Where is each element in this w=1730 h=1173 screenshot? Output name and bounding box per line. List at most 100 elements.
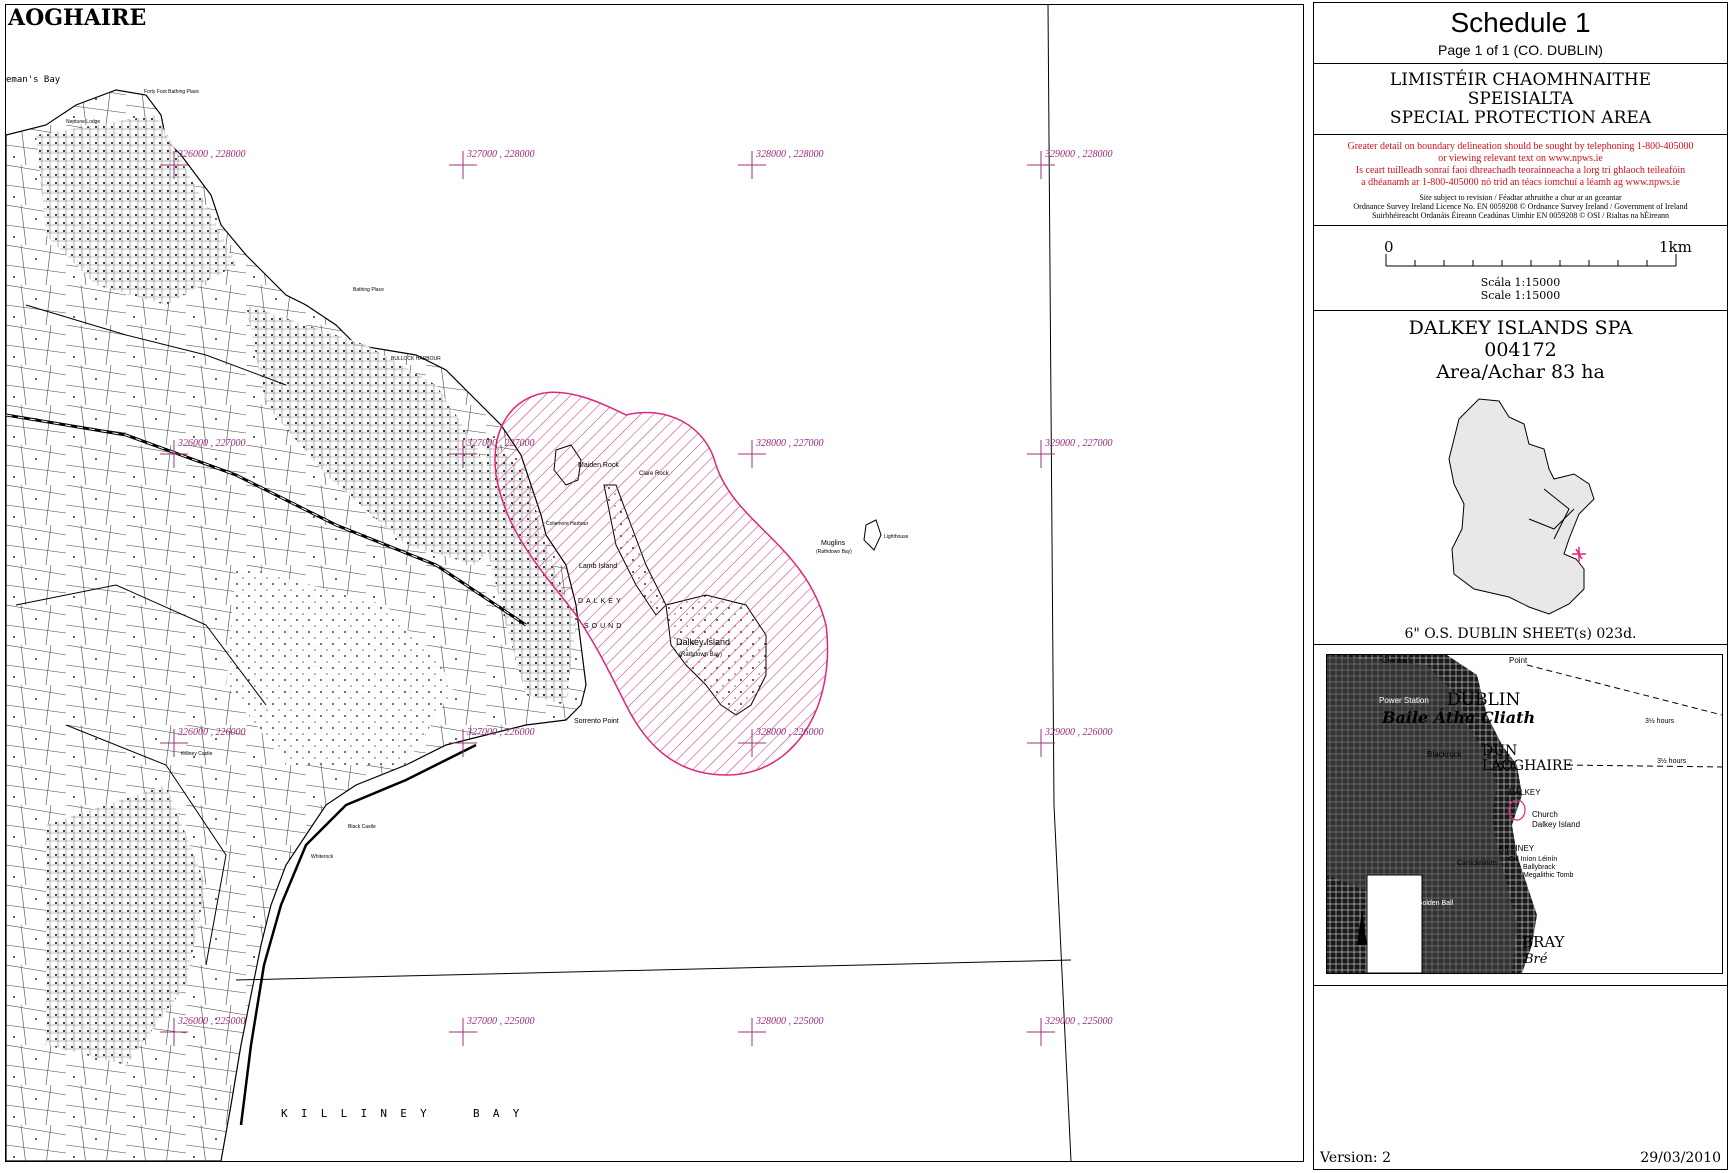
site-area: Area/Achar 83 ha xyxy=(1436,361,1605,383)
grid-coordinate-label: 329000 , 226000 xyxy=(1044,727,1113,738)
grid-cross: 329000 , 225000 xyxy=(1027,1016,1113,1046)
feature-sorrento-point: Sorrento Point xyxy=(574,718,619,725)
designation-line-1: LIMISTÉIR CHAOMHNAITHE xyxy=(1389,70,1652,90)
locator-clontarf: Clontarf xyxy=(1382,656,1411,665)
locator-bray: BRAY xyxy=(1522,933,1566,951)
locator-ballybrack: Ballybrack xyxy=(1523,864,1556,871)
feature-killiney-castle: Killiney Castle xyxy=(181,751,213,757)
grid-coordinate-label: 327000 , 226000 xyxy=(466,727,535,738)
grid-cross: 327000 , 225000 xyxy=(449,1016,535,1046)
notice-small-1: Site subject to revision / Féadtar athru… xyxy=(1419,193,1622,202)
grid-coordinate-label: 329000 , 227000 xyxy=(1044,438,1113,449)
version-label: Version: 2 xyxy=(1320,1150,1391,1166)
grid-coordinate-label: 328000 , 225000 xyxy=(755,1016,824,1027)
notice-small-2: Ordnance Survey Ireland Licence No. EN 0… xyxy=(1353,202,1688,211)
os-sheet-reference: 6" O.S. DUBLIN SHEET(s) 023d. xyxy=(1404,626,1637,642)
locator-point: Point xyxy=(1509,656,1528,665)
notice-line-1: Greater detail on boundary delineation s… xyxy=(1347,141,1694,152)
scale-english: Scale 1:15000 xyxy=(1480,289,1561,302)
locator-killiney: KILLINEY xyxy=(1499,844,1535,853)
locator-church: Church xyxy=(1532,810,1558,819)
notice-line-2: or viewing relevant text on www.npws.ie xyxy=(1438,153,1603,164)
scale-section: 0 1km Scála 1:15000 Scale 1:15000 xyxy=(1314,226,1727,311)
town-label: AOGHAIRE xyxy=(7,5,146,31)
feature-bathing-place: Bathing Place xyxy=(353,287,384,293)
grid-cross: 328000 , 225000 xyxy=(738,1016,824,1046)
designation-line-3: SPECIAL PROTECTION AREA xyxy=(1389,108,1652,128)
sheet-edge-vertical xyxy=(1047,5,1072,1161)
feature-dalkey-island: Dalkey Island xyxy=(676,637,730,647)
grid-coordinate-label: 328000 , 227000 xyxy=(755,438,824,449)
notice-small-3: Suirbhéireacht Ordanáis Éireann Ceadúnas… xyxy=(1371,211,1670,220)
locator-dalkey: DALKEY xyxy=(1509,788,1541,797)
feature-lamb-island: Lamb Island xyxy=(579,563,617,570)
page-indicator: Page 1 of 1 (CO. DUBLIN) xyxy=(1438,42,1603,58)
locator-blackrock: Blackrock xyxy=(1427,750,1463,759)
county-dublin-outline xyxy=(1448,398,1595,615)
notice-line-3: Is ceart tuilleadh sonraí faoi dhreachad… xyxy=(1355,165,1686,176)
feature-whiterock: Whiterock xyxy=(311,854,334,860)
feature-bullock-harbour: BULLOCK HARBOUR xyxy=(391,356,441,362)
feature-rathdown-bay: (Rathdown Bay) xyxy=(679,652,722,658)
map-panel[interactable]: 326000 , 228000 327000 , 228000 328000 , 2… xyxy=(5,4,1304,1162)
notice-line-4: a dhéanamh ar 1-800-405000 nó tríd an té… xyxy=(1361,177,1680,188)
grid-cross: 328000 , 227000 xyxy=(738,438,824,468)
grid-cross: 329000 , 227000 xyxy=(1027,438,1113,468)
feature-forty-foot: Forty Foot Bathing Place xyxy=(144,89,199,95)
locator-map[interactable]: Clontarf Point Power Station DUBLIN Bail… xyxy=(1326,654,1723,974)
feature-clare-rock: Clare Rock xyxy=(639,471,670,477)
grid-coordinate-label: 326000 , 228000 xyxy=(177,149,246,160)
scale-end: 1km xyxy=(1659,238,1692,256)
feature-dalkey-label: DALKEY xyxy=(578,598,624,605)
muglins-island xyxy=(863,519,882,551)
map-canvas[interactable]: 326000 , 228000 327000 , 228000 328000 , 2… xyxy=(6,5,1303,1161)
locator-golden-ball: Golden Ball xyxy=(1417,900,1454,907)
locator-dublin: DUBLIN xyxy=(1447,690,1520,710)
feature-coliemore-harbour: Coliemore Harbour xyxy=(546,521,589,527)
header-section: Schedule 1 Page 1 of 1 (CO. DUBLIN) xyxy=(1314,3,1727,64)
schedule-title: Schedule 1 xyxy=(1450,7,1591,38)
locator-megalithic-tomb: Megalithic Tomb xyxy=(1523,872,1574,879)
locator-cill-inion-leinin: Cill Iníon Léinín xyxy=(1509,856,1557,863)
scale-start: 0 xyxy=(1384,238,1394,256)
legend-panel: Schedule 1 Page 1 of 1 (CO. DUBLIN) LIMI… xyxy=(1313,2,1728,1170)
feature-neptune-lodge: Neptune Lodge xyxy=(66,119,100,125)
grid-coordinate-label: 327000 , 228000 xyxy=(466,149,535,160)
feature-lighthouse: Lighthouse xyxy=(884,534,909,540)
designation-line-2: SPEISIALTA xyxy=(1467,89,1574,109)
locator-route-2: 3½ hours xyxy=(1657,757,1687,765)
grid-cross: 329000 , 226000 xyxy=(1027,727,1113,757)
grid-coordinate-label: 327000 , 225000 xyxy=(466,1016,535,1027)
locator-power-station: Power Station xyxy=(1379,696,1429,705)
site-section: DALKEY ISLANDS SPA 004172 Area/Achar 83 … xyxy=(1314,311,1727,645)
locator-route-1: 3½ hours xyxy=(1645,717,1675,725)
feature-muglins-bay: (Rathdown Bay) xyxy=(816,549,852,555)
grid-coordinate-label: 326000 , 225000 xyxy=(177,1016,246,1027)
grid-coordinate-label: 329000 , 228000 xyxy=(1044,149,1113,160)
grid-coordinate-label: 329000 , 225000 xyxy=(1044,1016,1113,1027)
grid-cross: 328000 , 228000 xyxy=(738,149,824,179)
fragment-label: eman's Bay xyxy=(6,75,61,85)
locator-dun: DÚN xyxy=(1482,741,1517,759)
designation-section: LIMISTÉIR CHAOMHNAITHE SPEISIALTA SPECIA… xyxy=(1314,65,1727,135)
footer-section: Version: 2 29/03/2010 xyxy=(1314,986,1727,1168)
feature-muglins: Muglins xyxy=(821,540,846,547)
grid-coordinate-label: 326000 , 226000 xyxy=(177,727,246,738)
grid-coordinate-label: 328000 , 226000 xyxy=(755,727,824,738)
date-label: 29/03/2010 xyxy=(1640,1150,1721,1166)
feature-maiden-rock: Maiden Rock xyxy=(578,462,619,469)
grid-cross: 329000 , 228000 xyxy=(1027,149,1113,179)
locator-dalkey-island: Dalkey Island xyxy=(1532,820,1580,829)
grid-coordinate-label: 327000 , 227000 xyxy=(466,438,535,449)
scale-irish: Scála 1:15000 xyxy=(1480,276,1561,289)
feature-black-castle: Black Castle xyxy=(348,824,376,830)
feature-sound-label: SOUND xyxy=(584,623,624,630)
notice-section: Greater detail on boundary delineation s… xyxy=(1314,135,1727,226)
bay-label: K I L L I N E Y B A Y xyxy=(281,1107,520,1120)
locator-section: Clontarf Point Power Station DUBLIN Bail… xyxy=(1314,645,1727,986)
grid-cross: 327000 , 228000 xyxy=(449,149,535,179)
locator-laoghaire: LAOGHAIRE xyxy=(1482,758,1573,774)
locator-bre: Bré xyxy=(1523,952,1548,967)
grid-coordinate-label: 328000 , 228000 xyxy=(755,149,824,160)
locator-carrickmines: Carrickmines xyxy=(1457,860,1498,867)
